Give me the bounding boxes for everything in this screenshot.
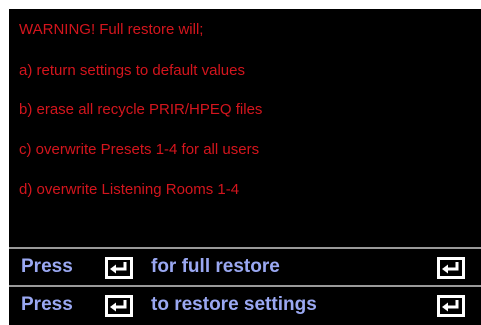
- full-restore-label: for full restore: [151, 256, 280, 277]
- full-restore-option[interactable]: Press for full restore: [9, 249, 481, 285]
- restore-settings-option[interactable]: Press to restore settings: [9, 287, 481, 323]
- full-restore-press-label: Press: [21, 256, 73, 277]
- warning-item-overwrite-rooms: d) overwrite Listening Rooms 1-4: [19, 181, 240, 198]
- enter-key-icon: [105, 295, 133, 317]
- restore-settings-label: to restore settings: [151, 294, 317, 315]
- restore-settings-press-label: Press: [21, 294, 73, 315]
- warning-title: WARNING! Full restore will;: [19, 21, 204, 38]
- warning-item-reset-settings: a) return settings to default values: [19, 62, 245, 79]
- restore-screen: WARNING! Full restore will; a) return se…: [9, 9, 481, 325]
- warning-item-overwrite-presets: c) overwrite Presets 1-4 for all users: [19, 141, 260, 158]
- enter-key-icon: [105, 257, 133, 279]
- enter-key-icon[interactable]: [437, 295, 465, 317]
- enter-key-icon[interactable]: [437, 257, 465, 279]
- warning-item-erase-files: b) erase all recycle PRIR/HPEQ files: [19, 101, 263, 118]
